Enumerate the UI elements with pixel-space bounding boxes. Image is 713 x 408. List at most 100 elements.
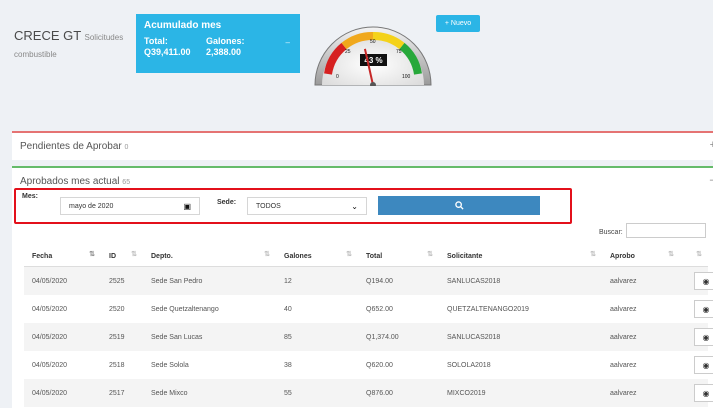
eye-icon: ◉ [702, 304, 710, 314]
cell-fecha: 04/05/2020 [32, 361, 68, 369]
cell-depto: Sede San Pedro [143, 266, 276, 295]
total-value: Q39,411.00 [144, 46, 191, 57]
chevron-down-icon: ⌄ [351, 201, 358, 211]
mes-label: Mes: [22, 193, 38, 200]
cell-solicitante: SANLUCAS2018 [439, 266, 602, 295]
approved-month-section: Aprobados mes actual 65 – Mes: mayo de 2… [12, 166, 713, 408]
filter-form: Mes: mayo de 2020 ▣ Sede: TODOS ⌄ [14, 188, 572, 224]
col-total[interactable]: Total ⇅ [358, 246, 439, 267]
cell-solicitante: QUETZALTENANGO2019 [447, 305, 529, 313]
new-button-label: Nuevo [450, 20, 472, 27]
table-row: 04/05/2020 2520 Sede Quetzaltenango 40 Q652.… [24, 295, 713, 323]
eye-icon: ◉ [702, 388, 710, 398]
summary-title: Acumulado mes [144, 20, 222, 31]
calendar-icon[interactable]: ▣ [183, 202, 191, 211]
view-button[interactable]: ◉ [694, 300, 713, 318]
approved-requests-table: Fecha ⇅ ID ⇅ Depto. ⇅ Galones ⇅ Total ⇅ Solic… [24, 246, 713, 407]
cell-actions: ◉ [680, 379, 713, 407]
view-button[interactable]: ◉ [694, 328, 713, 346]
galones-value: 2,388.00 [206, 46, 242, 57]
plus-icon: + [444, 20, 449, 27]
card-dash: – [285, 38, 290, 47]
sede-label: Sede: [217, 199, 237, 206]
table-row: 04/05/2020 2525 Sede San Pedro 12 Q194.00 SAN… [24, 266, 713, 295]
view-button[interactable]: ◉ [694, 356, 713, 374]
cell-id: 2517 [101, 379, 143, 407]
fuel-gauge: 0 25 50 75 100 43 % [314, 26, 432, 86]
cell-fecha: 04/05/2020 [24, 379, 101, 407]
eye-icon: ◉ [702, 276, 710, 286]
cell-actions: ◉ [680, 295, 713, 323]
new-request-button[interactable]: + Nuevo [436, 15, 480, 32]
cell-aprobo: aalvarez [602, 323, 680, 351]
sede-select[interactable]: TODOS ⌄ [247, 197, 367, 215]
table-row: 04/05/2020 2518 Sede Solola 38 Q620.00 SOLOLA… [24, 351, 713, 379]
cell-galones: 38 [284, 361, 292, 369]
table-search-input[interactable] [626, 223, 706, 238]
gauge-tick-0: 0 [336, 74, 339, 80]
buscar-label: Buscar: [599, 229, 623, 236]
view-button[interactable]: ◉ [694, 272, 713, 290]
cell-solicitante: SOLOLA2018 [447, 361, 491, 369]
cell-solicitante: SANLUCAS2018 [439, 323, 602, 351]
gauge-tick-50: 50 [370, 39, 376, 45]
cell-total: Q876.00 [358, 379, 439, 407]
month-input[interactable]: mayo de 2020 ▣ [60, 197, 200, 215]
search-button[interactable] [378, 196, 540, 215]
brand-title: CRECE GT [14, 28, 82, 43]
col-solicitante[interactable]: Solicitante ⇅ [439, 246, 602, 267]
galones-label: Galones: [206, 36, 245, 46]
eye-icon: ◉ [702, 360, 710, 370]
col-depto[interactable]: Depto. ⇅ [143, 246, 276, 267]
cell-aprobo: aalvarez [602, 266, 680, 295]
cell-galones: 85 [276, 323, 358, 351]
pending-count: 0 [124, 144, 129, 151]
cell-total: Q652.00 [366, 305, 393, 313]
col-galones[interactable]: Galones ⇅ [276, 246, 358, 267]
approved-count: 65 [122, 179, 131, 186]
col-id[interactable]: ID ⇅ [101, 246, 143, 267]
sede-value: TODOS [256, 202, 281, 210]
page-header: CRECE GT Solicitudes combustible Acumula… [0, 0, 713, 122]
cell-actions: ◉ [680, 266, 713, 295]
cell-actions: ◉ [680, 351, 713, 379]
cell-fecha: 04/05/2020 [24, 266, 101, 295]
approved-title: Aprobados mes actual [20, 176, 120, 187]
total-label: Total: [144, 36, 168, 46]
cell-depto: Sede Solola [151, 361, 189, 369]
brand: CRECE GT Solicitudes combustible [14, 27, 123, 61]
table-row: 04/05/2020 2517 Sede Mixco 55 Q876.00 MIXCO20… [24, 379, 713, 407]
monthly-summary-card: Acumulado mes Total: Q39,411.00 Galones:… [136, 14, 300, 73]
col-aprobo[interactable]: Aprobo ⇅ [602, 246, 680, 267]
brand-subtitle-2: combustible [14, 49, 57, 59]
cell-total: Q194.00 [358, 266, 439, 295]
cell-actions: ◉ [680, 323, 713, 351]
cell-aprobo: aalvarez [610, 361, 637, 369]
gauge-tick-75: 75 [396, 49, 402, 55]
cell-total: Q1,374.00 [358, 323, 439, 351]
col-actions[interactable]: ⇅ [680, 246, 708, 267]
col-fecha[interactable]: Fecha ⇅ [24, 246, 101, 267]
cell-id: 2520 [109, 305, 125, 313]
cell-fecha: 04/05/2020 [32, 305, 68, 313]
cell-galones: 55 [276, 379, 358, 407]
cell-depto: Sede San Lucas [143, 323, 276, 351]
pending-approval-section[interactable]: Pendientes de Aprobar 0 + [12, 131, 713, 160]
gauge-tick-25: 25 [345, 49, 351, 55]
expand-pending-icon[interactable]: + [710, 139, 713, 151]
pending-title-wrap: Pendientes de Aprobar 0 [20, 141, 128, 152]
cell-id: 2519 [101, 323, 143, 351]
pending-title: Pendientes de Aprobar [20, 141, 122, 152]
cell-id: 2518 [109, 361, 125, 369]
view-button[interactable]: ◉ [694, 384, 713, 402]
cell-depto: Sede Quetzaltenango [151, 305, 219, 313]
cell-aprobo: aalvarez [602, 379, 680, 407]
cell-total: Q620.00 [366, 361, 393, 369]
cell-solicitante: MIXCO2019 [439, 379, 602, 407]
gauge-tick-100: 100 [402, 74, 411, 80]
cell-fecha: 04/05/2020 [24, 323, 101, 351]
eye-icon: ◉ [702, 332, 710, 342]
cell-galones: 40 [284, 305, 292, 313]
table-row: 04/05/2020 2519 Sede San Lucas 85 Q1,374.00 S… [24, 323, 713, 351]
cell-id: 2525 [101, 266, 143, 295]
